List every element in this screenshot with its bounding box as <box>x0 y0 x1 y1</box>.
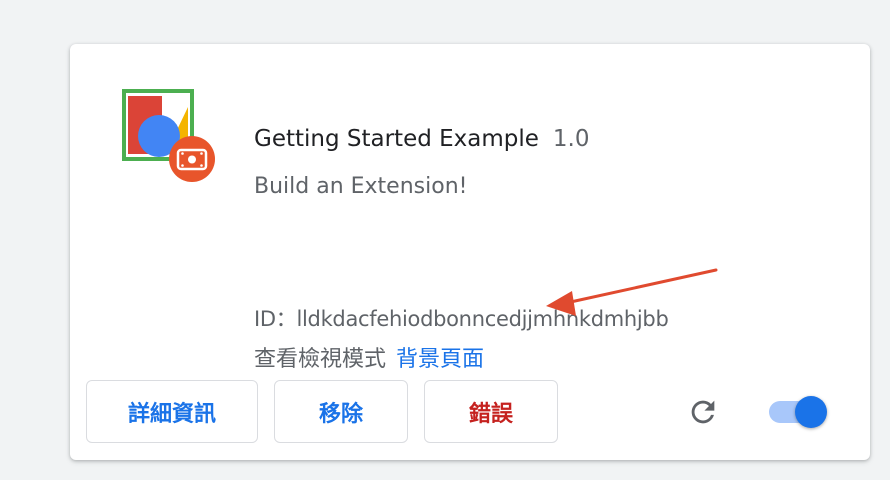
remove-button[interactable]: 移除 <box>274 380 408 443</box>
extension-id: ID：lldkdacfehiodbonncedjjmhnkdmhjbb <box>254 307 669 331</box>
extension-title-row: Getting Started Example 1.0 <box>254 126 590 152</box>
camera-badge-icon <box>169 136 215 182</box>
errors-button[interactable]: 錯誤 <box>424 380 558 443</box>
inspect-views-row: 查看檢視模式 背景頁面 <box>254 341 484 373</box>
extension-version: 1.0 <box>552 126 590 152</box>
extension-card: Getting Started Example 1.0 Build an Ext… <box>70 44 870 460</box>
details-button[interactable]: 詳細資訊 <box>86 380 258 443</box>
extension-name: Getting Started Example <box>254 126 539 152</box>
extension-logo-icon <box>122 89 215 182</box>
reload-icon[interactable] <box>686 395 720 429</box>
inspect-views-label: 查看檢視模式 <box>254 347 387 372</box>
toggle-knob <box>795 396 827 428</box>
extension-description: Build an Extension! <box>254 174 468 199</box>
extensions-page: Getting Started Example 1.0 Build an Ext… <box>0 0 890 480</box>
enable-toggle[interactable] <box>767 396 831 428</box>
background-page-link[interactable]: 背景頁面 <box>396 341 484 373</box>
